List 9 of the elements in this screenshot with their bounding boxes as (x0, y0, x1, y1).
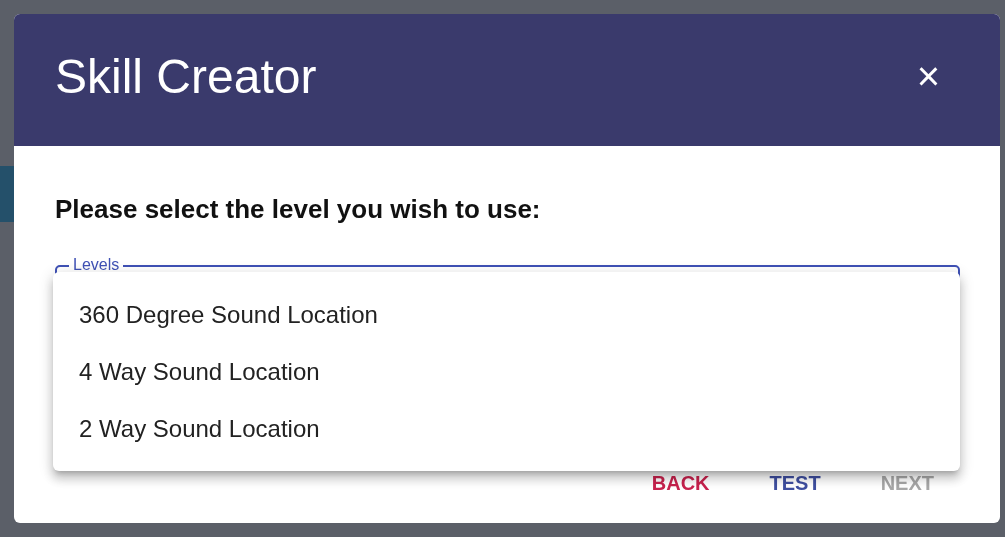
action-button[interactable]: TEST (743, 466, 847, 501)
prompt-text: Please select the level you wish to use: (55, 194, 542, 225)
menu-option[interactable]: 360 Degree Sound Location (53, 286, 960, 343)
action-button[interactable]: BACK (625, 466, 736, 501)
background-panel (0, 166, 14, 222)
menu-option[interactable]: 4 Way Sound Location (53, 343, 960, 400)
dialog-title: Skill Creator (55, 48, 317, 104)
menu-option[interactable]: 2 Way Sound Location (53, 400, 960, 457)
close-button[interactable]: × (916, 56, 940, 96)
